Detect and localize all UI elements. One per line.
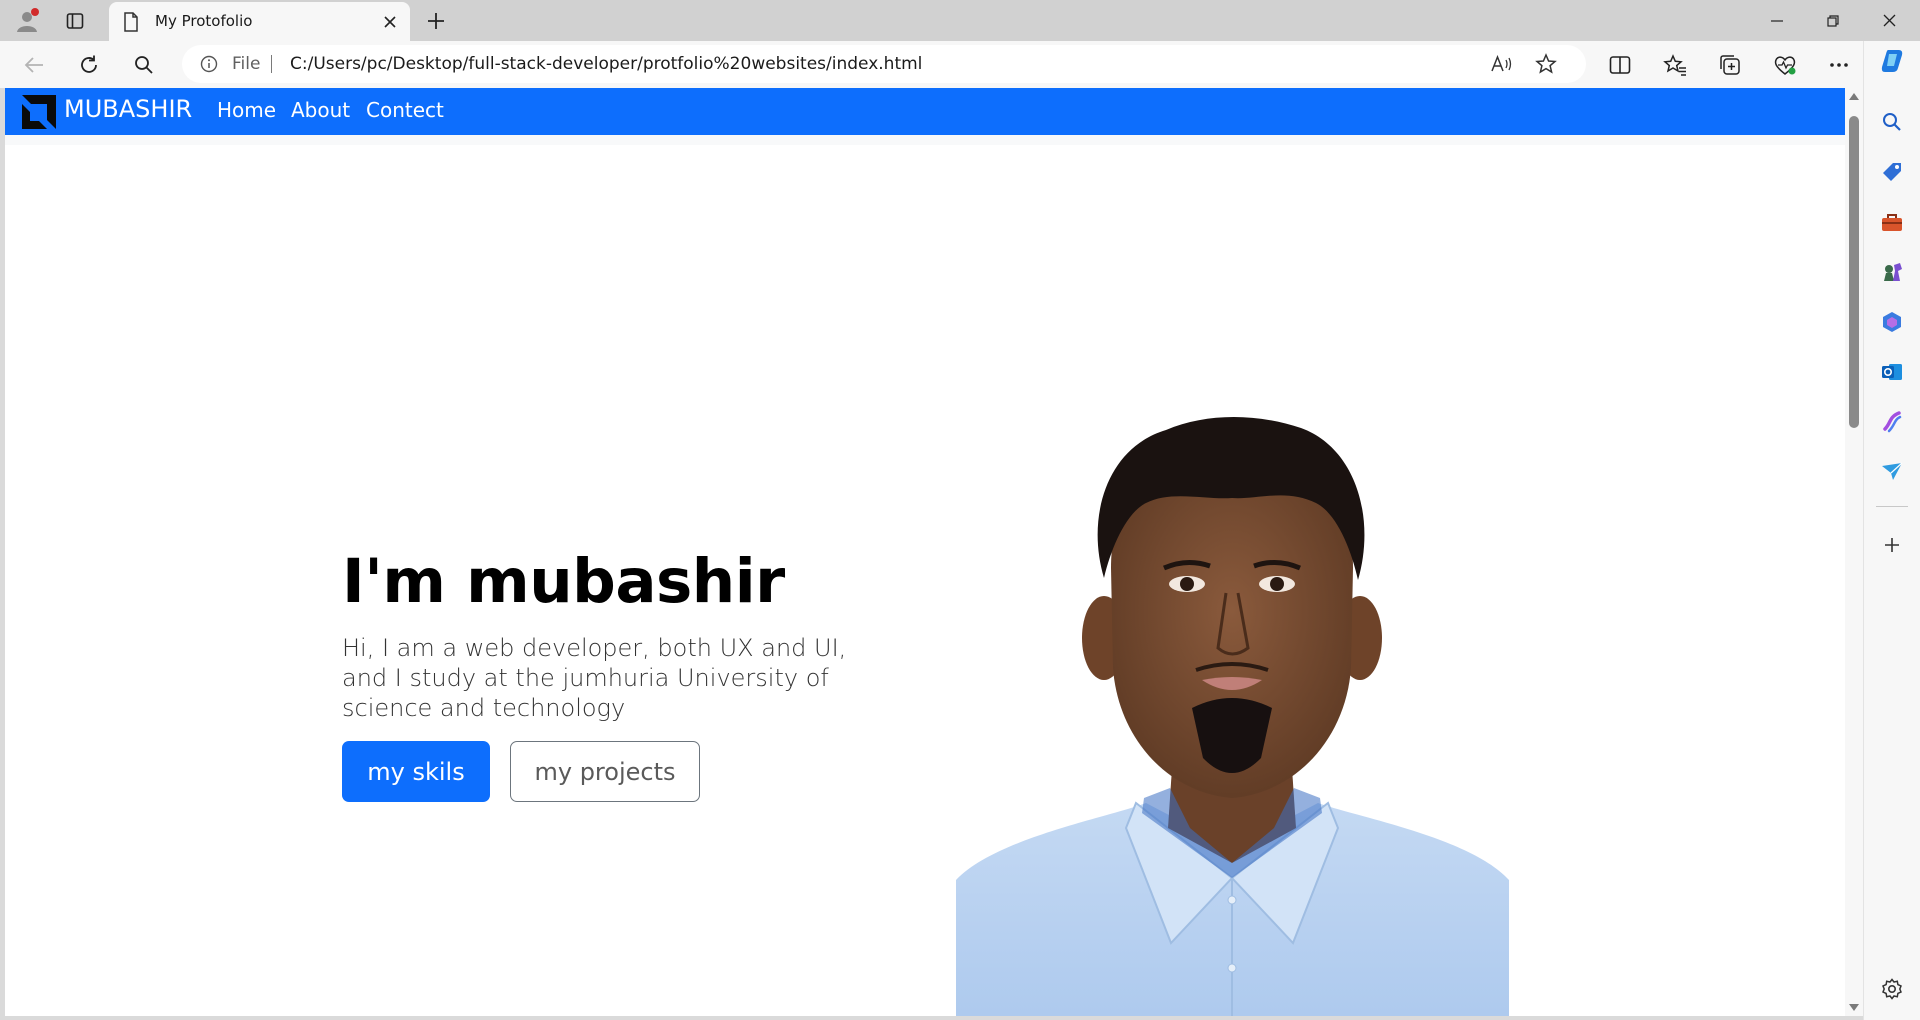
page-scrollbar[interactable] <box>1845 88 1863 1016</box>
browser-title-bar: My Protofolio <box>0 0 1920 41</box>
add-sidebar-app-button[interactable] <box>1878 531 1906 559</box>
tab-actions-button[interactable] <box>60 6 90 36</box>
address-bar[interactable]: File C:/Users/pc/Desktop/full-stack-deve… <box>182 45 1586 83</box>
scheme-label: File <box>232 54 261 74</box>
navbar-shadow <box>5 135 1845 145</box>
scroll-up-arrow-icon[interactable] <box>1849 92 1859 100</box>
split-screen-icon <box>1609 56 1631 74</box>
send-button[interactable] <box>1878 458 1906 486</box>
back-arrow-icon <box>24 57 43 73</box>
vertical-tabs-icon <box>66 13 84 29</box>
more-options-button[interactable] <box>1823 49 1855 81</box>
close-icon <box>384 16 396 28</box>
page-icon <box>124 12 138 32</box>
send-icon <box>1882 462 1903 480</box>
edge-sidebar <box>1863 41 1920 1020</box>
my-skills-button[interactable]: my skils <box>342 741 490 802</box>
sidebar-settings-button[interactable] <box>1878 975 1906 1003</box>
chess-icon <box>1884 263 1902 281</box>
refresh-button[interactable] <box>73 49 105 81</box>
favorite-button[interactable] <box>1530 48 1562 80</box>
new-tab-button[interactable] <box>420 6 452 36</box>
url-text[interactable]: C:/Users/pc/Desktop/full-stack-developer… <box>290 54 922 74</box>
scrollbar-thumb[interactable] <box>1849 116 1859 428</box>
nav-link-home[interactable]: Home <box>217 98 276 122</box>
scroll-down-arrow-icon[interactable] <box>1849 1004 1859 1012</box>
collections-icon <box>1720 55 1740 75</box>
heart-pulse-icon <box>1774 56 1796 75</box>
minimize-button[interactable] <box>1749 0 1805 41</box>
add-icon <box>1885 538 1899 552</box>
star-add-icon <box>1535 53 1557 74</box>
copilot-m365-icon <box>1883 312 1901 332</box>
outlook-icon <box>1882 364 1902 380</box>
more-icon <box>1830 63 1848 67</box>
close-window-button[interactable] <box>1861 0 1917 41</box>
back-button[interactable] <box>18 49 50 81</box>
copilot-icon <box>1881 50 1903 72</box>
brand-logo-icon[interactable] <box>20 93 58 131</box>
read-aloud-button[interactable] <box>1486 48 1518 80</box>
profile-photo <box>956 416 1509 1016</box>
browser-tab-active[interactable]: My Protofolio <box>109 2 410 41</box>
outlook-button[interactable] <box>1878 358 1906 386</box>
search-icon <box>135 56 153 74</box>
brand-name[interactable]: MUBASHIR <box>64 95 192 123</box>
search-button[interactable] <box>128 49 160 81</box>
nav-link-about[interactable]: About <box>291 98 350 122</box>
nav-link-contect[interactable]: Contect <box>366 98 444 122</box>
close-tab-button[interactable] <box>380 12 400 32</box>
sidebar-divider <box>1876 506 1908 507</box>
tab-title: My Protofolio <box>155 12 253 30</box>
plus-icon <box>428 13 444 29</box>
page-viewport: MUBASHIR Home About Contect I'm mubashir… <box>5 88 1845 1016</box>
drop-button[interactable] <box>1878 408 1906 436</box>
copilot-button[interactable] <box>1878 47 1906 75</box>
drop-icon <box>1883 411 1902 433</box>
search-icon <box>1883 113 1901 131</box>
games-button[interactable] <box>1878 258 1906 286</box>
tools-button[interactable] <box>1878 208 1906 236</box>
browser-toolbar: File C:/Users/pc/Desktop/full-stack-deve… <box>0 41 1920 88</box>
refresh-icon <box>81 55 97 73</box>
profile-button[interactable] <box>12 6 42 36</box>
browser-essentials-button[interactable] <box>1769 49 1801 81</box>
close-icon <box>1883 14 1895 27</box>
read-aloud-icon <box>1491 55 1512 72</box>
favorites-icon <box>1663 54 1686 76</box>
shopping-button[interactable] <box>1878 158 1906 186</box>
hero-title: I'm mubashir <box>342 546 785 617</box>
split-screen-button[interactable] <box>1604 49 1636 81</box>
settings-icon <box>1882 978 1902 1000</box>
site-navbar: MUBASHIR Home About Contect <box>5 88 1845 135</box>
restore-icon <box>1827 14 1839 27</box>
sidebar-search-button[interactable] <box>1878 108 1906 136</box>
tag-icon <box>1883 163 1901 181</box>
microsoft-365-button[interactable] <box>1878 308 1906 336</box>
my-projects-button[interactable]: my projects <box>510 741 700 802</box>
favorites-button[interactable] <box>1659 49 1691 81</box>
address-separator <box>271 55 272 73</box>
minimize-icon <box>1771 19 1783 22</box>
info-icon <box>200 55 218 73</box>
toolbox-icon <box>1882 214 1902 231</box>
hero-description: Hi, I am a web developer, both UX and UI… <box>342 634 847 722</box>
notification-dot <box>31 8 39 16</box>
collections-button[interactable] <box>1714 49 1746 81</box>
restore-button[interactable] <box>1805 0 1861 41</box>
